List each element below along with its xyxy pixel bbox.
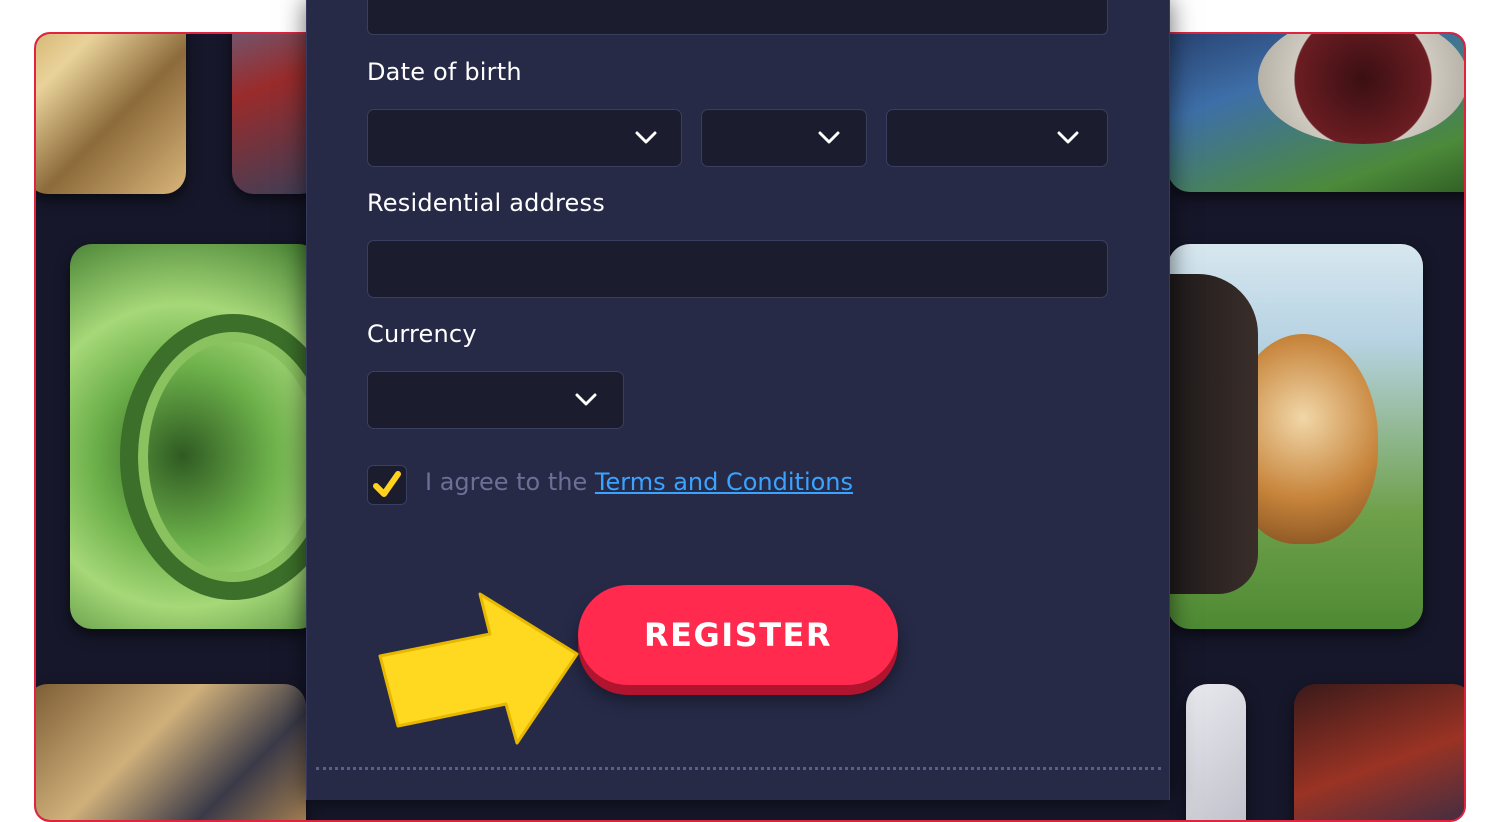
chevron-down-icon	[1057, 131, 1079, 145]
chevron-down-icon	[635, 131, 657, 145]
agree-prefix: I agree to the	[425, 468, 588, 496]
chevron-down-icon	[575, 393, 597, 407]
currency-select[interactable]	[367, 371, 624, 429]
terms-link[interactable]: Terms and Conditions	[595, 468, 853, 496]
chevron-down-icon	[818, 131, 840, 145]
residential-address-label: Residential address	[367, 189, 605, 217]
game-tile[interactable]	[1168, 244, 1423, 629]
game-tile[interactable]	[1294, 684, 1464, 820]
register-button[interactable]: REGISTER	[578, 585, 898, 685]
game-tile[interactable]	[36, 34, 186, 194]
game-tile[interactable]	[36, 684, 306, 820]
check-icon	[373, 471, 401, 497]
dob-day-select[interactable]	[367, 109, 682, 167]
game-tile[interactable]	[70, 244, 320, 629]
previous-field[interactable]	[367, 0, 1108, 35]
divider	[316, 767, 1161, 770]
terms-agreement-text: I agree to the Terms and Conditions	[425, 468, 853, 496]
residential-address-input[interactable]	[367, 240, 1108, 298]
game-tile[interactable]	[1168, 34, 1464, 192]
date-of-birth-label: Date of birth	[367, 58, 522, 86]
arrow-pointer-icon	[378, 592, 579, 745]
dob-year-select[interactable]	[886, 109, 1108, 167]
terms-checkbox[interactable]	[367, 465, 407, 505]
game-tile[interactable]	[1186, 684, 1246, 820]
currency-label: Currency	[367, 320, 477, 348]
dob-month-select[interactable]	[701, 109, 867, 167]
